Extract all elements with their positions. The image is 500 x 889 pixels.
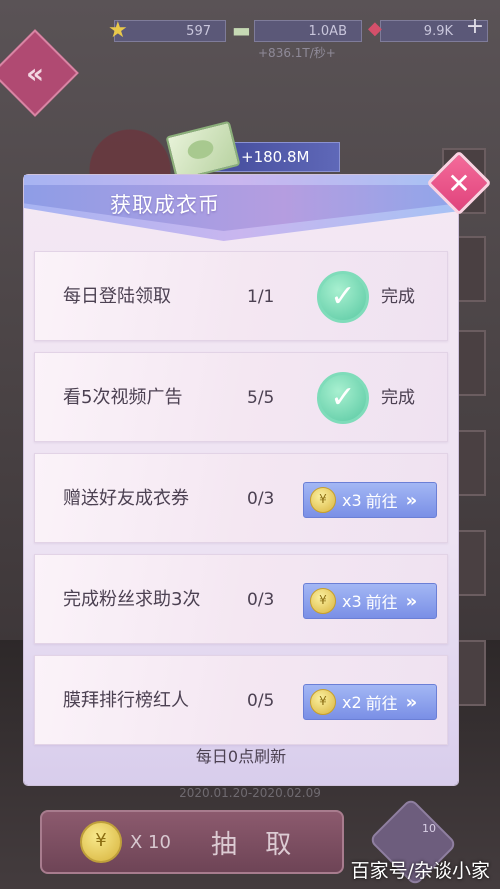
add-gem-button[interactable]: +	[464, 16, 486, 39]
dialog-header-band	[24, 185, 458, 231]
go-button[interactable]: ¥ x3 前往 »	[303, 583, 437, 619]
checkmark-icon: ✓	[317, 372, 369, 424]
task-status: 完成	[381, 287, 415, 307]
coin-icon: ¥	[310, 487, 336, 513]
cash-resource: ▬ 1.0AB	[232, 14, 364, 48]
resource-bar: ★ 597 ▬ 1.0AB ◆ 9.9K +	[108, 14, 490, 48]
task-name: 看5次视频广告	[63, 387, 183, 408]
cash-count: 1.0AB	[254, 20, 362, 42]
task-progress: 5/5	[247, 388, 275, 408]
task-row: 完成粉丝求助3次 0/3 ¥ x3 前往 »	[34, 554, 448, 644]
task-name: 每日登陆领取	[63, 286, 171, 307]
go-label: 前往	[365, 694, 398, 713]
event-date-range: 2020.01.20-2020.02.09	[179, 786, 321, 800]
cash-icon: ▬	[232, 18, 251, 42]
task-row: 膜拜排行榜红人 0/5 ¥ x2 前往 »	[34, 655, 448, 745]
multi-draw-count: 10	[422, 822, 436, 835]
draw-label: 抽 取	[210, 829, 302, 860]
gem-resource: ◆ 9.9K +	[368, 14, 492, 48]
double-chevron-right-icon: »	[405, 590, 417, 612]
watermark: 百家号/杂谈小家	[350, 860, 490, 882]
task-progress: 1/1	[247, 287, 275, 307]
dialog-title: 获取成衣币	[110, 193, 220, 217]
reward-multiplier: x3	[342, 591, 362, 611]
task-name: 膜拜排行榜红人	[63, 690, 189, 711]
task-name: 完成粉丝求助3次	[63, 589, 201, 610]
checkmark-icon: ✓	[317, 271, 369, 323]
task-name: 赠送好友成衣券	[63, 488, 189, 509]
coin-icon: ¥	[80, 821, 122, 863]
draw-button[interactable]: ¥ X 10 抽 取	[40, 810, 344, 874]
task-list: 每日登陆领取 1/1 ✓ 完成 看5次视频广告 5/5 ✓ 完成 赠送好友成衣券…	[34, 251, 448, 756]
task-progress: 0/3	[247, 590, 275, 610]
task-status: 完成	[381, 388, 415, 408]
go-button[interactable]: ¥ x3 前往 »	[303, 482, 437, 518]
gem-icon: ◆	[368, 18, 382, 39]
draw-cost: X 10	[130, 831, 171, 853]
star-icon: ★	[108, 18, 128, 43]
reward-amount: +180.8M	[241, 148, 310, 166]
earn-coins-dialog: 获取成衣币 每日登陆领取 1/1 ✓ 完成 看5次视频广告 5/5 ✓ 完成 赠…	[24, 175, 458, 785]
go-button[interactable]: ¥ x2 前往 »	[303, 684, 437, 720]
task-row: 赠送好友成衣券 0/3 ¥ x3 前往 »	[34, 453, 448, 543]
reward-multiplier: x2	[342, 692, 362, 712]
income-rate: +836.1T/秒+	[258, 46, 336, 60]
coin-icon: ¥	[310, 588, 336, 614]
double-chevron-right-icon: »	[405, 489, 417, 511]
task-row: 看5次视频广告 5/5 ✓ 完成	[34, 352, 448, 442]
task-row: 每日登陆领取 1/1 ✓ 完成	[34, 251, 448, 341]
go-label: 前往	[365, 492, 398, 511]
go-label: 前往	[365, 593, 398, 612]
double-chevron-right-icon: »	[405, 691, 417, 713]
task-progress: 0/3	[247, 489, 275, 509]
star-count: 597	[114, 20, 226, 42]
coin-icon: ¥	[310, 689, 336, 715]
chevron-double-left-icon: «	[25, 56, 45, 90]
reward-multiplier: x3	[342, 490, 362, 510]
star-resource: ★ 597	[108, 14, 228, 48]
task-progress: 0/5	[247, 691, 275, 711]
close-icon: ✕	[447, 166, 471, 200]
refresh-note: 每日0点刷新	[195, 747, 287, 766]
